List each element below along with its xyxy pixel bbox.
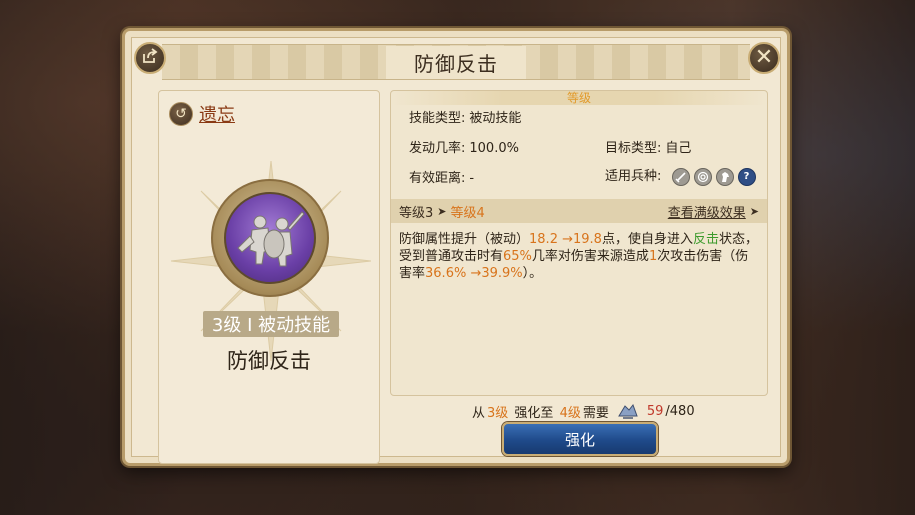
skill-icon [224, 192, 316, 284]
chevron-right-icon[interactable]: ➤ [750, 205, 759, 218]
arrow-right-icon: ➤ [437, 204, 447, 218]
troop-types-row: 适用兵种: ? [605, 165, 756, 186]
skill-type-label: 技能类型: [409, 111, 466, 126]
trigger-rate-row: 发动几率: 100.0% [409, 137, 519, 156]
target-type-value: 自己 [665, 141, 692, 156]
trigger-rate-value: 100.0% [469, 141, 519, 156]
share-button[interactable] [134, 42, 166, 74]
share-icon [142, 48, 158, 68]
forget-skill-link[interactable]: ↺ 遗忘 [169, 101, 235, 127]
upgrade-cost-line: 从 3级 强化至 4级 需要 59/480 [472, 402, 695, 421]
target-icon[interactable] [693, 167, 712, 186]
skill-type-row: 技能类型: 被动技能 [409, 107, 521, 126]
dialog-inner: 防御反击 ✕ ↺ 遗忘 3级 I 被动技能 防御反击 等级 技能类型: 被动技能… [131, 37, 781, 464]
range-label: 有效距离: [409, 171, 466, 186]
level-progression-bar: 等级3 ➤ 等级4 查看满级效果 ➤ [391, 199, 767, 223]
target-type-label: 目标类型: [605, 141, 662, 156]
troops-label: 适用兵种: [605, 169, 662, 184]
desc-value-defense: 18.2 →19.8 [529, 232, 602, 247]
view-max-level-link[interactable]: 查看满级效果 [668, 202, 746, 221]
cost-prefix: 从 [472, 406, 486, 421]
skill-name: 防御反击 [227, 349, 311, 373]
cost-from-level: 3级 [487, 406, 509, 421]
range-value: - [469, 171, 475, 186]
skill-level-badge: 3级 I 被动技能 [203, 311, 339, 337]
range-row: 有效距离: - [409, 167, 474, 186]
skill-book-icon [617, 403, 639, 420]
dialog-title: 防御反击 [386, 45, 526, 79]
troop-icons: ? [671, 167, 756, 186]
desc-value-damage-rate: 36.6% →39.9% [425, 266, 523, 281]
next-level: 等级4 [450, 205, 485, 221]
desc-status-counter: 反击 [692, 232, 719, 247]
close-icon: ✕ [754, 45, 774, 70]
cost-need: /480 [665, 404, 695, 419]
skill-medallion [211, 179, 329, 297]
desc-text: 几率对伤害来源造成 [531, 249, 649, 264]
skill-dialog: 防御反击 ✕ ↺ 遗忘 3级 I 被动技能 防御反击 等级 技能类型: 被动技能… [122, 28, 790, 466]
question-icon[interactable]: ? [737, 167, 756, 186]
skill-type-value: 被动技能 [469, 111, 522, 126]
skill-overview-panel: ↺ 遗忘 3级 I 被动技能 防御反击 [158, 90, 380, 464]
cost-mid: 强化至 [510, 406, 558, 421]
desc-text: ）。 [522, 266, 543, 281]
warriors-shield-icon [237, 211, 305, 267]
upgrade-button[interactable]: 强化 [502, 422, 658, 456]
desc-text: 点，使自身进入 [601, 232, 693, 247]
cost-suffix: 需要 [582, 406, 609, 421]
forget-label: 遗忘 [199, 105, 235, 126]
details-header-tag: 等级 [391, 91, 767, 105]
title-bar: 防御反击 [162, 44, 750, 80]
undo-icon: ↺ [169, 102, 193, 126]
desc-value-chance: 65% [503, 249, 532, 264]
trigger-rate-label: 发动几率: [409, 141, 466, 156]
cost-to-level: 4级 [559, 406, 581, 421]
horse-icon[interactable] [715, 167, 734, 186]
target-type-row: 目标类型: 自己 [605, 137, 691, 156]
desc-text: 防御属性提升（被动） [399, 232, 530, 247]
current-level: 等级3 [399, 205, 434, 221]
skill-description: 防御属性提升（被动）18.2 →19.8点，使自身进入反击状态，受到普通攻击时有… [399, 231, 759, 282]
skill-details-panel: 等级 技能类型: 被动技能 发动几率: 100.0% 目标类型: 自己 有效距离: - … [390, 90, 768, 396]
desc-value-count: 1 [648, 249, 658, 264]
sword-icon[interactable] [671, 167, 690, 186]
cost-have: 59 [646, 404, 664, 419]
close-button[interactable]: ✕ [748, 42, 780, 74]
